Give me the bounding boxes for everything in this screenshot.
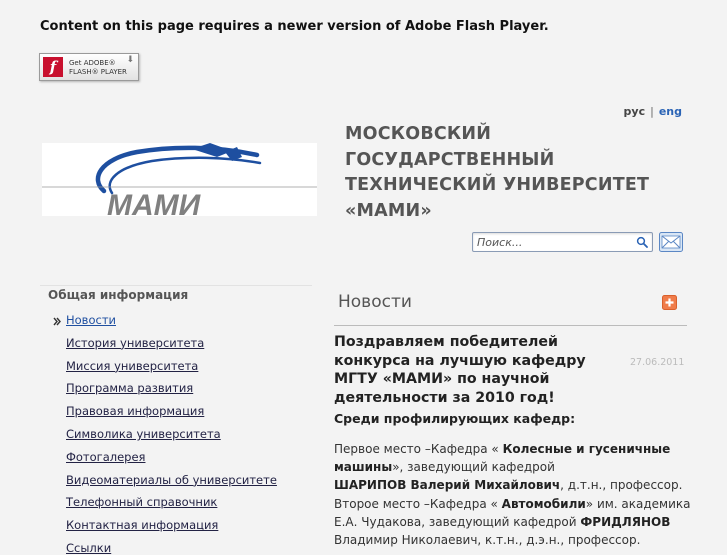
flash-button-line1: Get ADOBE®: [69, 59, 116, 67]
flash-required-message: Content on this page requires a newer ve…: [40, 19, 549, 34]
p1-text-a: Первое место –Кафедра «: [334, 442, 503, 456]
logo-text: МАМИ: [107, 189, 202, 216]
news-headline-link[interactable]: Поздравляем победителей конкурса на лучш…: [334, 333, 634, 407]
p1-text-c: , д.т.н., профессор.: [560, 478, 683, 493]
p2-text-a: Второе место –Кафедра «: [334, 496, 502, 511]
mail-icon[interactable]: [659, 232, 683, 252]
sidebar-item-history[interactable]: История университета: [66, 336, 204, 350]
sidebar-item-video[interactable]: Видеоматериалы об университете: [66, 473, 277, 487]
title-line-1: МОСКОВСКИЙ: [345, 124, 492, 144]
search-input[interactable]: [477, 234, 627, 250]
plus-icon[interactable]: [662, 295, 677, 310]
sidebar-heading: Общая информация: [48, 288, 189, 302]
get-flash-player-button[interactable]: f Get ADOBE® FLASH® PLAYER ⬇: [39, 53, 139, 81]
title-line-2: ГОСУДАРСТВЕННЫЙ: [345, 149, 555, 170]
lang-en-link[interactable]: eng: [659, 105, 682, 118]
news-date: 27.06.2011: [630, 357, 685, 368]
title-line-3: ТЕХНИЧЕСКИЙ УНИВЕРСИТЕТ: [345, 175, 650, 195]
lang-separator: |: [650, 105, 654, 118]
sidebar-item-development[interactable]: Программа развития: [66, 381, 193, 395]
news-subtitle: Среди профилирующих кафедр:: [334, 411, 576, 426]
news-heading: Новости: [338, 292, 412, 312]
title-line-4: «МАМИ»: [345, 200, 432, 221]
flash-logo-icon: f: [43, 57, 63, 77]
sidebar-divider: [40, 285, 312, 286]
sidebar-item-mission[interactable]: Миссия университета: [66, 359, 198, 373]
news-body: Первое место –Кафедра « Колесные и гусен…: [334, 440, 694, 549]
sidebar-item-links[interactable]: Ссылки: [66, 541, 111, 555]
sidebar-item-symbols[interactable]: Символика университета: [66, 427, 221, 441]
lang-ru-link[interactable]: рус: [624, 105, 646, 118]
search-box: [472, 232, 653, 252]
sidebar-item-photo[interactable]: Фотогалерея: [66, 450, 145, 464]
sidebar-item-phonebook[interactable]: Телефонный справочник: [66, 495, 217, 509]
news-paragraph-1: Первое место –Кафедра « Колесные и гусен…: [334, 440, 694, 495]
p2-head-name: ФРИДЛЯНОВ: [580, 514, 671, 529]
p1-text-b: », заведующий кафедрой: [392, 460, 555, 475]
p2-dept-name: Автомобили: [501, 496, 586, 511]
language-switcher: рус | eng: [624, 105, 682, 118]
download-arrow-icon: ⬇: [126, 55, 134, 65]
news-divider: [334, 325, 687, 326]
sidebar-item-news[interactable]: Новости: [66, 313, 116, 327]
sidebar-item-legal[interactable]: Правовая информация: [66, 404, 204, 418]
mami-logo-icon: МАМИ: [42, 143, 317, 216]
p1-head-name: ШАРИПОВ Валерий Михайлович: [334, 478, 561, 493]
active-bullet-icon: [53, 317, 61, 326]
university-title: МОСКОВСКИЙ ГОСУДАРСТВЕННЫЙ ТЕХНИЧЕСКИЙ У…: [345, 122, 675, 224]
university-logo[interactable]: МАМИ: [42, 143, 317, 216]
sidebar-item-contacts[interactable]: Контактная информация: [66, 518, 218, 532]
news-paragraph-2: Второе место –Кафедра « Автомобили» им. …: [334, 495, 694, 550]
flash-button-line2: FLASH® PLAYER: [69, 68, 127, 76]
search-icon[interactable]: [636, 236, 648, 248]
